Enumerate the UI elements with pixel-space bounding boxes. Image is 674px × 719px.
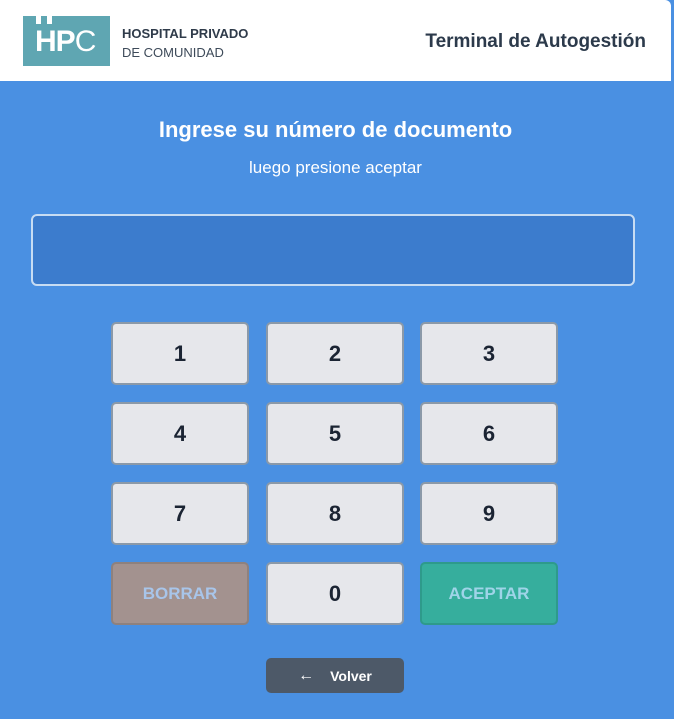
accept-button[interactable]: ACEPTAR xyxy=(420,562,558,625)
key-9[interactable]: 9 xyxy=(420,482,558,545)
org-name-line1: HOSPITAL PRIVADO xyxy=(122,26,249,41)
key-4[interactable]: 4 xyxy=(111,402,249,465)
app-title: Terminal de Autogestión xyxy=(425,31,646,52)
arrow-left-icon: ← xyxy=(298,666,315,684)
back-button[interactable]: ← Volver xyxy=(266,658,404,693)
org-name-line2: DE COMUNIDAD xyxy=(122,45,224,60)
prompt-title: Ingrese su número de documento xyxy=(158,117,513,142)
document-number-input[interactable] xyxy=(31,214,635,286)
key-8[interactable]: 8 xyxy=(266,482,404,545)
key-0[interactable]: 0 xyxy=(266,562,404,625)
clear-button[interactable]: BORRAR xyxy=(111,562,249,625)
app-header: HPC HOSPITAL PRIVADO DE COMUNIDAD Termin… xyxy=(0,0,671,81)
prompt-subtitle: luego presione aceptar xyxy=(249,158,422,177)
key-3[interactable]: 3 xyxy=(420,322,558,385)
hpc-logo: HPC xyxy=(23,16,110,66)
key-5[interactable]: 5 xyxy=(266,402,404,465)
back-button-label: Volver xyxy=(330,667,372,684)
key-7[interactable]: 7 xyxy=(111,482,249,545)
key-2[interactable]: 2 xyxy=(266,322,404,385)
organization-name: HOSPITAL PRIVADO DE COMUNIDAD xyxy=(122,24,248,62)
key-6[interactable]: 6 xyxy=(420,402,558,465)
logo-text: HPC xyxy=(35,25,96,58)
key-1[interactable]: 1 xyxy=(111,322,249,385)
